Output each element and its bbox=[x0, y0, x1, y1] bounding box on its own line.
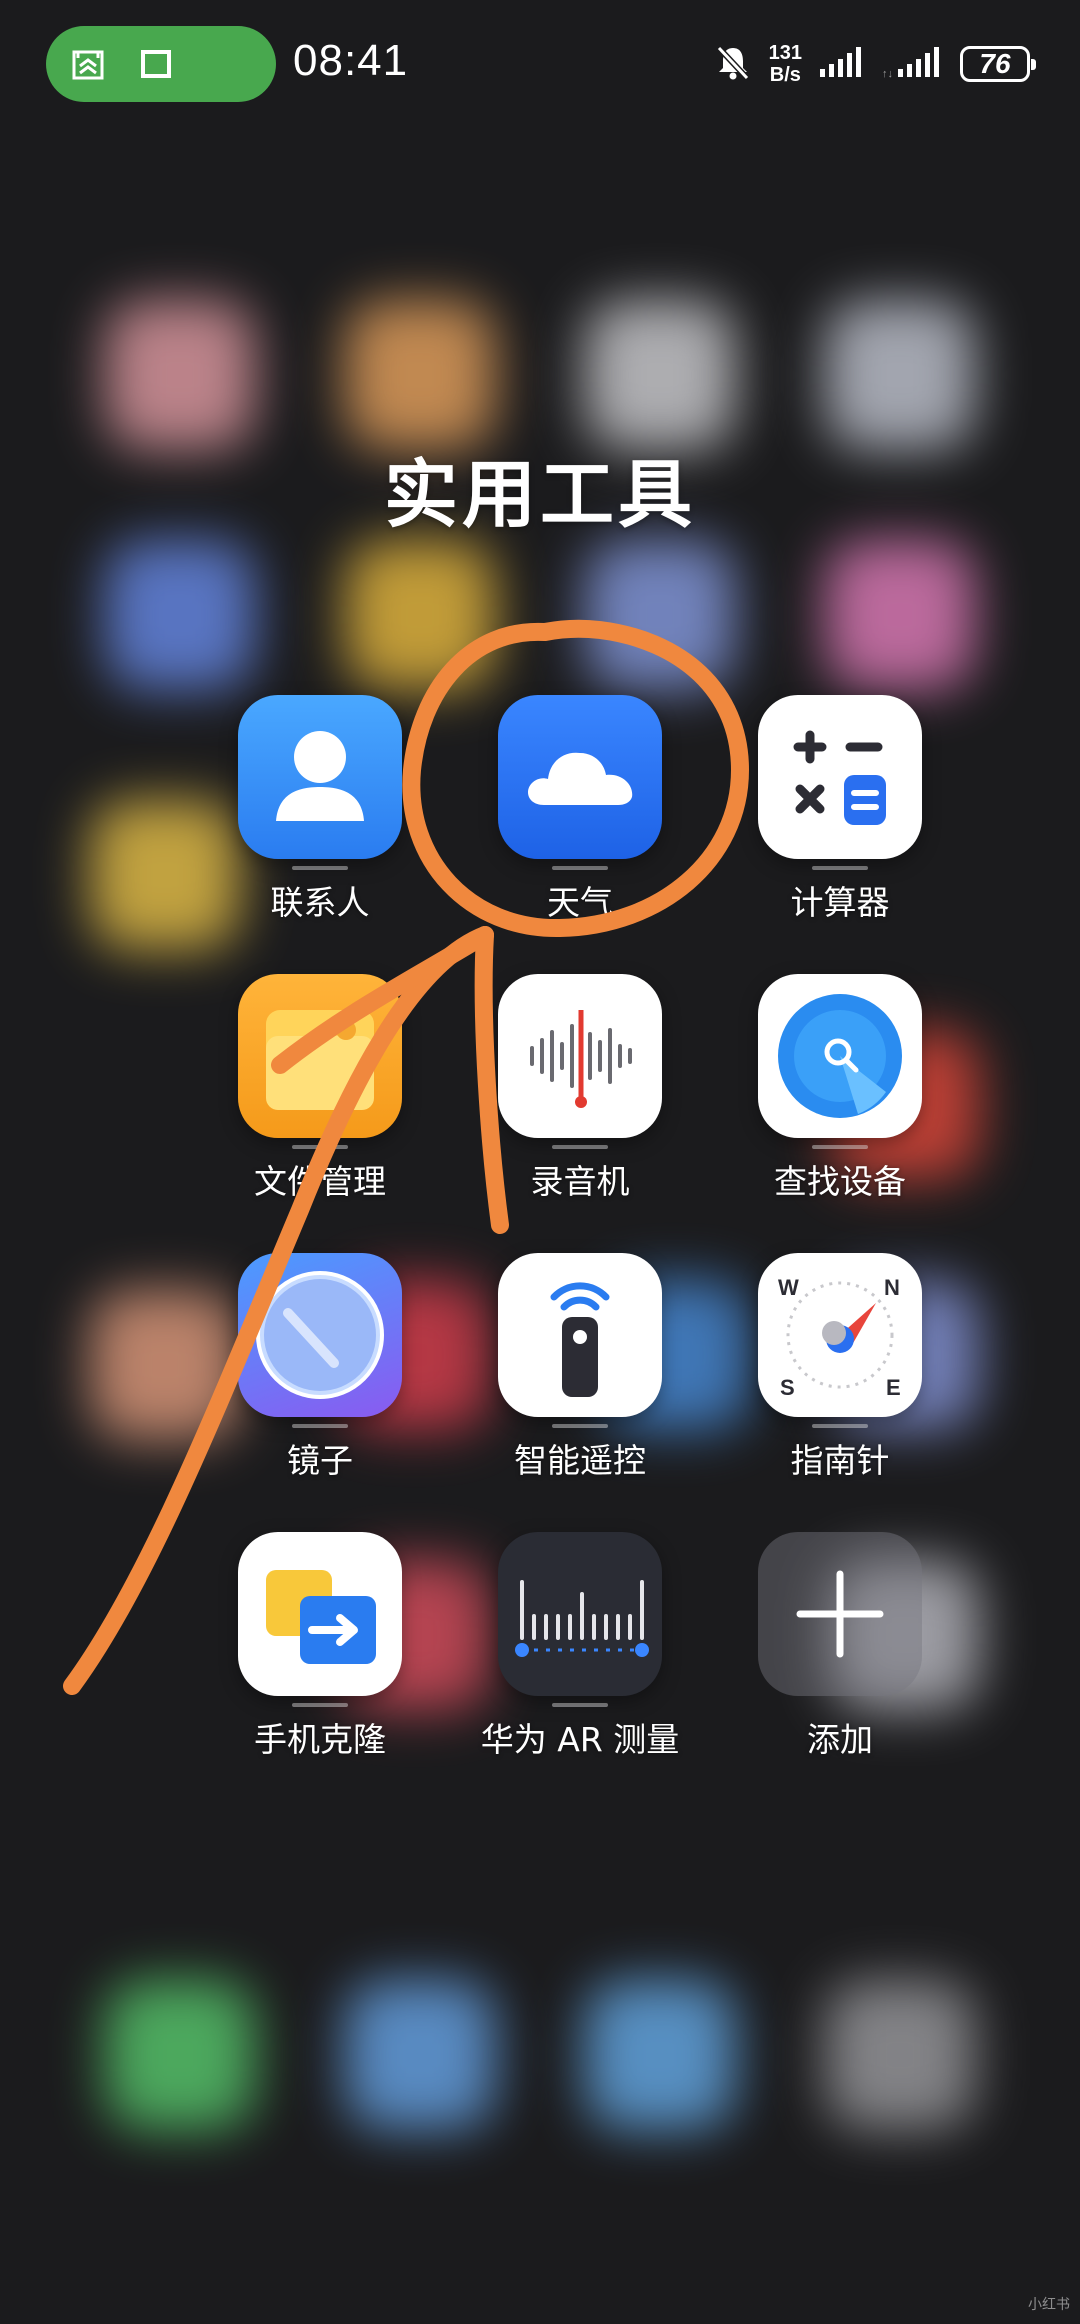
app-ar-measure[interactable]: 华为 AR 测量 bbox=[450, 1532, 710, 1811]
app-smart-remote[interactable]: 智能遥控 bbox=[450, 1253, 710, 1532]
app-underline bbox=[292, 1145, 348, 1149]
app-label: 天气 bbox=[547, 883, 613, 922]
app-recorder[interactable]: 录音机 bbox=[450, 974, 710, 1253]
recorder-icon bbox=[498, 974, 662, 1138]
app-add[interactable]: 添加 bbox=[710, 1532, 970, 1811]
app-label: 计算器 bbox=[790, 883, 890, 922]
app-label: 手机克隆 bbox=[254, 1720, 386, 1759]
folder-title[interactable]: 实用工具 bbox=[0, 435, 1080, 542]
app-underline bbox=[552, 1424, 608, 1428]
network-speed-value: 131 bbox=[768, 42, 802, 64]
app-label: 智能遥控 bbox=[514, 1441, 646, 1480]
battery-indicator: 76 bbox=[960, 46, 1036, 82]
app-underline bbox=[812, 1145, 868, 1149]
weather-icon bbox=[498, 695, 662, 859]
signal-secondary-icon: ↑↓ bbox=[882, 45, 944, 83]
app-label: 联系人 bbox=[270, 883, 370, 922]
app-label: 录音机 bbox=[530, 1162, 630, 1201]
app-indicator-icon bbox=[68, 44, 108, 84]
app-underline bbox=[812, 866, 868, 870]
network-speed: 131 B/s bbox=[769, 42, 802, 86]
app-underline bbox=[812, 1424, 868, 1428]
svg-text:W: W bbox=[778, 1275, 799, 1300]
ar-measure-icon bbox=[498, 1532, 662, 1696]
app-label: 查找设备 bbox=[774, 1162, 906, 1201]
calculator-icon bbox=[758, 695, 922, 859]
app-label: 华为 AR 测量 bbox=[480, 1720, 680, 1759]
svg-text:↑↓: ↑↓ bbox=[882, 68, 893, 79]
clock: 08:41 bbox=[293, 36, 409, 85]
contacts-icon bbox=[238, 695, 402, 859]
app-label: 镜子 bbox=[287, 1441, 353, 1480]
phone-clone-icon bbox=[238, 1532, 402, 1696]
compass-icon: W N S E bbox=[758, 1253, 922, 1417]
app-label: 文件管理 bbox=[254, 1162, 386, 1201]
signal-icon bbox=[818, 45, 866, 83]
network-speed-unit: B/s bbox=[769, 64, 801, 86]
svg-text:E: E bbox=[886, 1375, 901, 1400]
notification-pill[interactable] bbox=[46, 26, 276, 102]
app-phone-clone[interactable]: 手机克隆 bbox=[190, 1532, 450, 1811]
watermark: 小红书 bbox=[1028, 2297, 1070, 2313]
app-find-device[interactable]: 查找设备 bbox=[710, 974, 970, 1253]
app-underline bbox=[292, 1424, 348, 1428]
app-files[interactable]: 文件管理 bbox=[190, 974, 450, 1253]
mirror-icon bbox=[238, 1253, 402, 1417]
find-device-icon bbox=[758, 974, 922, 1138]
app-compass[interactable]: W N S E 指南针 bbox=[710, 1253, 970, 1532]
app-underline bbox=[292, 866, 348, 870]
status-bar: 08:41 131 B/s ↑↓ 76 bbox=[0, 0, 1080, 130]
app-underline bbox=[292, 1703, 348, 1707]
app-calculator[interactable]: 计算器 bbox=[710, 695, 970, 974]
svg-text:S: S bbox=[780, 1375, 795, 1400]
remote-icon bbox=[498, 1253, 662, 1417]
app-underline bbox=[552, 1703, 608, 1707]
add-icon bbox=[758, 1532, 922, 1696]
folder-app-grid: 联系人 天气 计算器 文件管理 录音机 查找设备 镜子 智能遥控 W N S E… bbox=[190, 695, 922, 1811]
app-underline bbox=[552, 1145, 608, 1149]
svg-text:N: N bbox=[884, 1275, 900, 1300]
files-icon bbox=[238, 974, 402, 1138]
window-square-icon bbox=[138, 46, 174, 82]
app-contacts[interactable]: 联系人 bbox=[190, 695, 450, 974]
app-label: 添加 bbox=[807, 1720, 873, 1759]
app-label: 指南针 bbox=[790, 1441, 890, 1480]
app-mirror[interactable]: 镜子 bbox=[190, 1253, 450, 1532]
app-underline bbox=[552, 866, 608, 870]
app-weather[interactable]: 天气 bbox=[450, 695, 710, 974]
bell-muted-icon bbox=[713, 42, 753, 86]
